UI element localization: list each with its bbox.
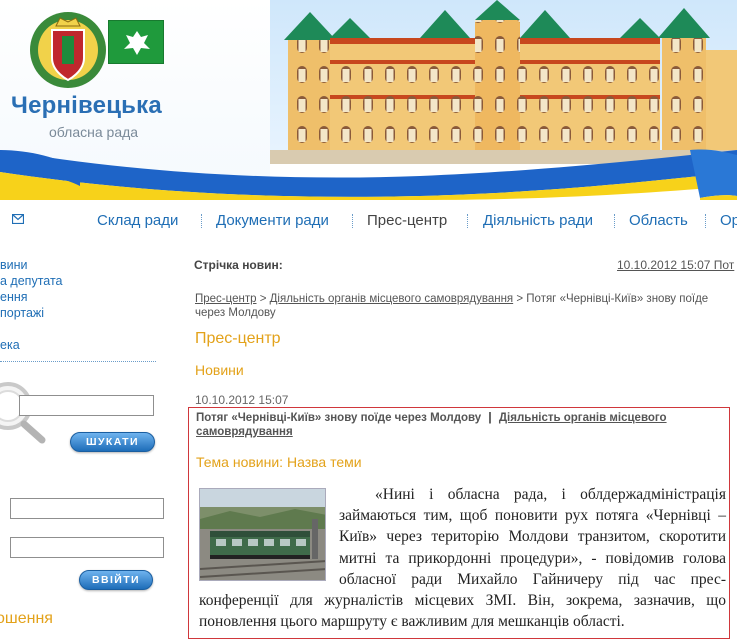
sidebar-announcements-heading: ошення (0, 610, 53, 627)
nav-separator (352, 214, 353, 228)
news-title: Потяг «Чернівці-Київ» знову поїде через … (196, 412, 482, 424)
nav-separator (201, 214, 202, 228)
password-field[interactable] (10, 537, 164, 558)
logo-area[interactable]: Чернівецька обласна рада (0, 0, 270, 200)
section-subtitle: Новини (195, 362, 244, 378)
news-title-separator: | (488, 412, 492, 424)
regional-flag-icon (108, 20, 164, 64)
nav-separator (705, 214, 706, 228)
sidebar-link-announcements[interactable]: ення (0, 290, 28, 304)
site-subtitle: обласна рада (49, 124, 139, 140)
train-photo[interactable] (199, 488, 326, 581)
breadcrumb-separator: > (259, 293, 270, 305)
search-button[interactable]: ШУКАТИ (70, 432, 155, 452)
search-input[interactable] (19, 395, 154, 416)
sidebar-link-deputy[interactable]: а депутата (0, 274, 63, 288)
news-header: Потяг «Чернівці-Київ» знову поїде через … (196, 411, 726, 439)
sidebar-divider (0, 361, 156, 362)
sidebar-link-reports[interactable]: портажі (0, 306, 44, 320)
news-topic: Тема новини: Назва теми (196, 454, 362, 470)
nav-separator (467, 214, 468, 228)
site-header: Чернівецька обласна рада (0, 0, 737, 200)
nav-item-oblast[interactable]: Область (629, 212, 688, 229)
sidebar-link-news[interactable]: вини (0, 258, 28, 272)
breadcrumb-item[interactable]: Прес-центр (195, 293, 257, 305)
breadcrumb-item[interactable]: Діяльність органів місцевого самоврядува… (270, 293, 514, 305)
login-button[interactable]: ВВІЙТИ (79, 570, 153, 590)
breadcrumb-separator: > (516, 293, 527, 305)
news-date: 10.10.2012 15:07 (195, 393, 289, 407)
news-strip-item[interactable]: 10.10.2012 15:07 Пот (617, 258, 734, 272)
nav-item-pres-tsentr[interactable]: Прес-центр (367, 212, 447, 229)
mail-icon[interactable] (12, 214, 24, 224)
nav-item-diialnist-rady[interactable]: Діяльність ради (483, 212, 593, 229)
news-strip-label: Стрічка новин: (194, 258, 283, 272)
sidebar-link-library[interactable]: ека (0, 338, 20, 352)
nav-separator (614, 214, 615, 228)
site-title: Чернівецька (11, 92, 162, 119)
nav-item-dokumenty-rady[interactable]: Документи ради (216, 212, 329, 229)
login-field[interactable] (10, 498, 164, 519)
page-title: Прес-центр (195, 330, 281, 347)
nav-item-sklad-rady[interactable]: Склад ради (97, 212, 178, 229)
news-article: Потяг «Чернівці-Київ» знову поїде через … (188, 407, 730, 639)
coat-of-arms-icon (30, 12, 106, 88)
nav-item-more[interactable]: Ор (720, 212, 737, 229)
breadcrumb: Прес-центр > Діяльність органів місцевог… (195, 292, 725, 320)
